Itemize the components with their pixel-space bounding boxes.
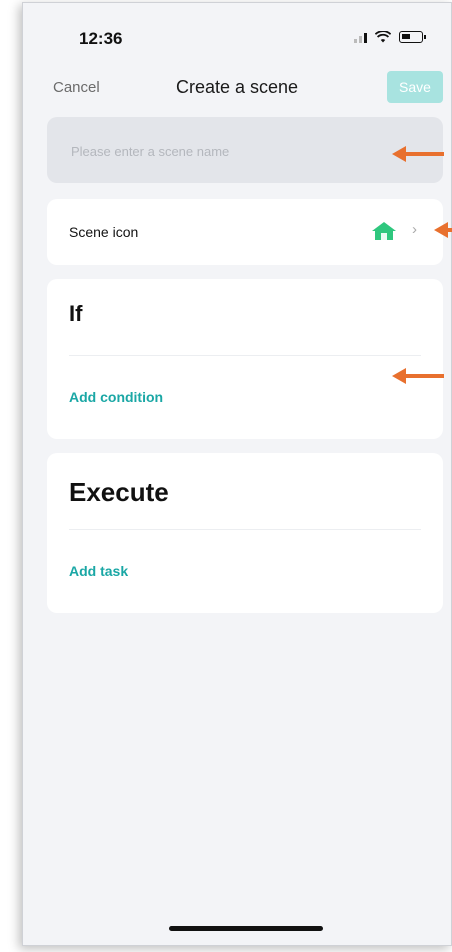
execute-section: Execute Add task bbox=[47, 453, 443, 613]
phone-screen: 12:36 Cancel Create a scene Save Please … bbox=[22, 2, 452, 946]
status-bar: 12:36 bbox=[23, 3, 451, 63]
add-condition-button[interactable]: Add condition bbox=[69, 389, 163, 405]
scene-icon-row[interactable]: Scene icon › bbox=[47, 199, 443, 265]
wifi-icon bbox=[375, 31, 391, 43]
home-icon bbox=[372, 222, 396, 240]
save-button[interactable]: Save bbox=[387, 71, 443, 103]
if-title: If bbox=[69, 301, 83, 326]
divider bbox=[69, 529, 421, 530]
scene-name-input[interactable]: Please enter a scene name bbox=[47, 117, 443, 183]
status-time: 12:36 bbox=[79, 29, 123, 48]
signal-icon bbox=[354, 31, 367, 43]
nav-bar: Cancel Create a scene Save bbox=[23, 69, 451, 109]
annotation-arrow-condition bbox=[392, 368, 444, 384]
execute-title: Execute bbox=[69, 477, 169, 507]
home-indicator bbox=[169, 926, 323, 931]
add-task-button[interactable]: Add task bbox=[69, 563, 128, 579]
divider bbox=[69, 355, 421, 356]
battery-icon bbox=[399, 31, 426, 43]
annotation-arrow-name bbox=[392, 146, 444, 162]
chevron-right-icon: › bbox=[412, 221, 417, 238]
status-icons bbox=[354, 31, 426, 43]
if-section: If Add condition bbox=[47, 279, 443, 439]
annotation-arrow-icon bbox=[434, 222, 452, 238]
scene-icon-label: Scene icon bbox=[69, 224, 139, 240]
